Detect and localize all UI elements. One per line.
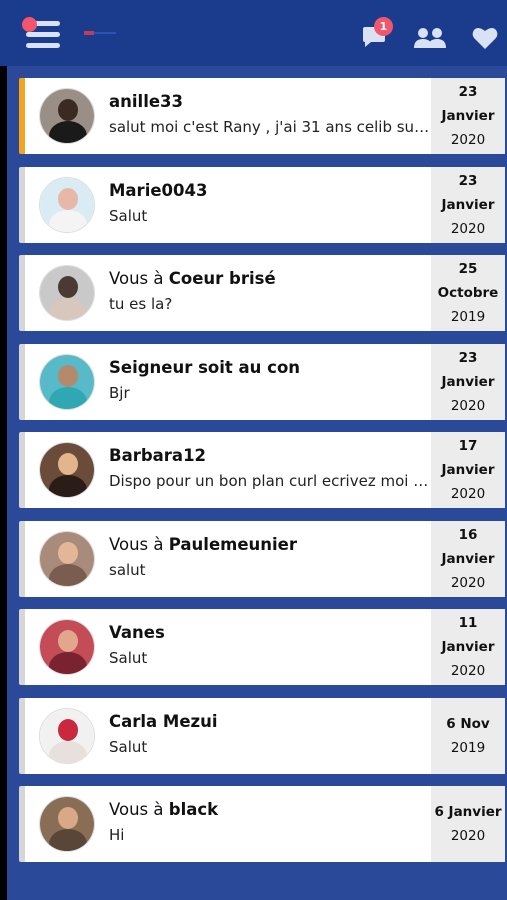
- date-year: 2020: [450, 220, 486, 237]
- date-year: 2020: [450, 828, 486, 844]
- date-box: 25 Octobre 2019: [431, 255, 505, 331]
- date-box: 23 Janvier 2020: [431, 343, 505, 420]
- conversation-name: anille33: [109, 92, 429, 111]
- date-year: 2020: [450, 574, 486, 591]
- date-year: 2020: [450, 486, 486, 502]
- date-box: 6 Nov 2019: [431, 697, 505, 774]
- message-preview: Hi: [109, 826, 125, 844]
- avatar[interactable]: [39, 265, 95, 321]
- top-bar: 1: [0, 0, 507, 66]
- message-preview: salut moi c'est Rany , j'ai 31 ans celib…: [109, 118, 431, 136]
- date-day-month: 6 Janvier: [434, 804, 502, 820]
- message-preview: Salut: [109, 737, 148, 756]
- date-month: Octobre: [437, 285, 499, 301]
- menu-notification-dot: [22, 17, 37, 32]
- conversation-name: Vanes: [109, 623, 429, 642]
- avatar[interactable]: [39, 796, 95, 852]
- date-day: 23: [458, 349, 478, 366]
- conversation-name: Seigneur soit au con: [109, 358, 429, 377]
- date-day: 23: [458, 172, 478, 189]
- avatar[interactable]: [39, 530, 95, 587]
- date-box: 6 Janvier 2020: [431, 786, 505, 862]
- date-month: Janvier: [441, 550, 495, 567]
- contact-name: anille33: [109, 92, 184, 111]
- conversation-name: Barbara12: [109, 446, 429, 465]
- date-year: 2020: [450, 132, 486, 148]
- conversation-item[interactable]: Carla Mezui Salut 6 Nov 2019: [19, 697, 505, 774]
- contact-name: Carla Mezui: [109, 711, 218, 731]
- contact-name: black: [168, 800, 219, 819]
- conversation-item[interactable]: anille33 salut moi c'est Rany , j'ai 31 …: [19, 78, 505, 154]
- date-month: Janvier: [441, 108, 495, 124]
- contact-name: Marie0043: [109, 180, 208, 200]
- date-day: 23: [458, 84, 478, 100]
- date-box: 16 Janvier 2020: [431, 520, 505, 597]
- avatar[interactable]: [39, 353, 95, 410]
- conversation-item[interactable]: Vous à Paulemeunier salut 16 Janvier 202…: [19, 520, 505, 597]
- message-preview: Bjr: [109, 383, 130, 402]
- conversation-item[interactable]: Vanes Salut 11 Janvier 2020: [19, 609, 505, 685]
- conversation-item[interactable]: Seigneur soit au con Bjr 23 Janvier 2020: [19, 343, 505, 420]
- date-day: 16: [458, 526, 478, 543]
- conversation-item[interactable]: Vous à black Hi 6 Janvier 2020: [19, 786, 505, 862]
- conversation-name: Marie0043: [109, 181, 429, 200]
- message-preview: Salut: [109, 206, 148, 225]
- contact-name: Coeur brisé: [168, 269, 276, 288]
- conversation-area: anille33 salut moi c'est Rany , j'ai 31 …: [7, 66, 507, 900]
- avatar[interactable]: [39, 619, 95, 675]
- avatar[interactable]: [39, 707, 95, 764]
- contact-name: Vanes: [109, 623, 165, 642]
- date-box: 17 Janvier 2020: [431, 432, 505, 508]
- date-box: 23 Janvier 2020: [431, 166, 505, 243]
- contact-name: Paulemeunier: [168, 534, 298, 554]
- message-preview: Salut: [109, 649, 148, 667]
- date-month: Janvier: [441, 373, 495, 390]
- date-month: Janvier: [441, 639, 495, 655]
- avatar[interactable]: [39, 442, 95, 498]
- avatar[interactable]: [39, 88, 95, 144]
- users-icon[interactable]: [414, 27, 446, 49]
- avatar[interactable]: [39, 176, 95, 233]
- date-day: 11: [458, 615, 478, 631]
- conversation-name: Vous à black: [109, 800, 429, 819]
- date-day: 17: [458, 438, 478, 454]
- sender-prefix: Vous à: [109, 269, 169, 288]
- conversation-list: anille33 salut moi c'est Rany , j'ai 31 …: [19, 78, 505, 875]
- conversation-item[interactable]: Marie0043 Salut 23 Janvier 2020: [19, 166, 505, 243]
- message-preview: tu es la?: [109, 295, 173, 313]
- date-month: Janvier: [441, 196, 495, 213]
- conversation-name: Vous à Paulemeunier: [109, 535, 429, 554]
- date-day: 25: [458, 261, 478, 277]
- date-year: 2020: [450, 397, 486, 414]
- conversation-name: Carla Mezui: [109, 712, 429, 731]
- logo: [84, 31, 116, 35]
- conversation-name: Vous à Coeur brisé: [109, 269, 429, 288]
- chat-badge: 1: [374, 17, 393, 36]
- heart-icon[interactable]: [472, 26, 498, 50]
- date-box: 23 Janvier 2020: [431, 78, 505, 154]
- conversation-item[interactable]: Barbara12 Dispo pour un bon plan curl ec…: [19, 432, 505, 508]
- date-year: 2020: [450, 663, 486, 679]
- sender-prefix: Vous à: [109, 534, 169, 554]
- message-preview: Dispo pour un bon plan curl ecrivez moi …: [109, 472, 431, 490]
- date-year: 2019: [450, 309, 486, 325]
- date-box: 11 Janvier 2020: [431, 609, 505, 685]
- contact-name: Seigneur soit au con: [109, 357, 301, 377]
- conversation-item[interactable]: Vous à Coeur brisé tu es la? 25 Octobre …: [19, 255, 505, 331]
- sender-prefix: Vous à: [109, 800, 169, 819]
- contact-name: Barbara12: [109, 446, 207, 465]
- message-preview: salut: [109, 560, 146, 579]
- date-month: Janvier: [441, 462, 495, 478]
- date-year: 2019: [450, 739, 486, 756]
- date-day-month: 6 Nov: [446, 715, 490, 732]
